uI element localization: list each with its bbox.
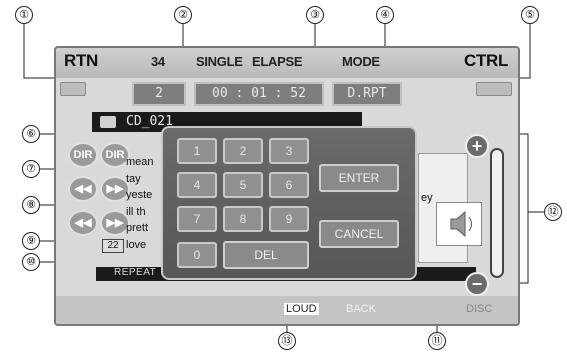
- track-value: 2: [132, 82, 186, 106]
- disc-button[interactable]: DISC: [466, 303, 492, 315]
- volume-down-button[interactable]: −: [465, 272, 489, 296]
- elapsed-time-value: 00 : 01 : 52: [194, 82, 324, 106]
- rewind-button[interactable]: ◀◀: [68, 210, 98, 236]
- track-number-box: 22: [102, 239, 124, 253]
- ctrl-button[interactable]: CTRL: [464, 51, 508, 71]
- key-8[interactable]: 8: [223, 206, 263, 232]
- key-1[interactable]: 1: [177, 138, 217, 164]
- single-label: SINGLE: [196, 54, 243, 69]
- key-0[interactable]: 0: [177, 242, 217, 268]
- enter-button[interactable]: ENTER: [319, 164, 399, 192]
- dir-up-button[interactable]: DIR: [68, 142, 98, 168]
- callout-4: ④: [376, 6, 394, 24]
- volume-up-button[interactable]: +: [465, 134, 489, 158]
- key-9[interactable]: 9: [269, 206, 309, 232]
- elapse-label: ELAPSE: [252, 54, 303, 69]
- back-button[interactable]: BACK: [346, 303, 376, 315]
- callout-8: ⑧: [22, 196, 40, 214]
- del-button[interactable]: DEL: [223, 241, 309, 269]
- speaker-box: [436, 202, 482, 246]
- key-5[interactable]: 5: [223, 172, 263, 198]
- key-2[interactable]: 2: [223, 138, 263, 164]
- volume-slider-track[interactable]: [490, 148, 504, 278]
- repeat-label[interactable]: REPEAT: [114, 267, 156, 278]
- speaker-icon: [450, 210, 472, 238]
- key-3[interactable]: 3: [269, 138, 309, 164]
- callout-1: ①: [15, 6, 33, 24]
- callout-6: ⑥: [22, 125, 40, 143]
- numeric-keypad: 1 2 3 4 5 6 7 8 9 0 DEL ENTER CANCEL: [161, 126, 417, 280]
- top-bar: RTN 34 SINGLE ELAPSE MODE CTRL: [56, 48, 518, 78]
- bottom-bar: LOUD BACK DISC: [56, 296, 518, 324]
- cancel-button[interactable]: CANCEL: [319, 220, 399, 248]
- callout-5: ⑤: [521, 6, 539, 24]
- callout-11: ⑪: [428, 332, 446, 350]
- callout-12: ⑫: [544, 203, 562, 221]
- rtn-tab[interactable]: [60, 82, 86, 96]
- callout-10: ⑩: [22, 253, 40, 271]
- prev-track-button[interactable]: ◀◀: [68, 176, 98, 202]
- folder-icon: [100, 116, 116, 128]
- track-count-label: 34: [151, 54, 165, 69]
- callout-7: ⑦: [22, 160, 40, 178]
- loud-button[interactable]: LOUD: [284, 303, 319, 315]
- play-mode-value[interactable]: D.RPT: [332, 82, 402, 106]
- callout-2: ②: [174, 6, 192, 24]
- key-6[interactable]: 6: [269, 172, 309, 198]
- key-4[interactable]: 4: [177, 172, 217, 198]
- callout-3: ③: [306, 6, 324, 24]
- mode-label: MODE: [342, 54, 380, 69]
- key-7[interactable]: 7: [177, 206, 217, 232]
- callout-13: ⑬: [278, 332, 296, 350]
- ctrl-tab[interactable]: [476, 82, 512, 96]
- callout-9: ⑨: [22, 232, 40, 250]
- rtn-button[interactable]: RTN: [64, 51, 98, 71]
- lyric-fragment: ey: [421, 192, 433, 204]
